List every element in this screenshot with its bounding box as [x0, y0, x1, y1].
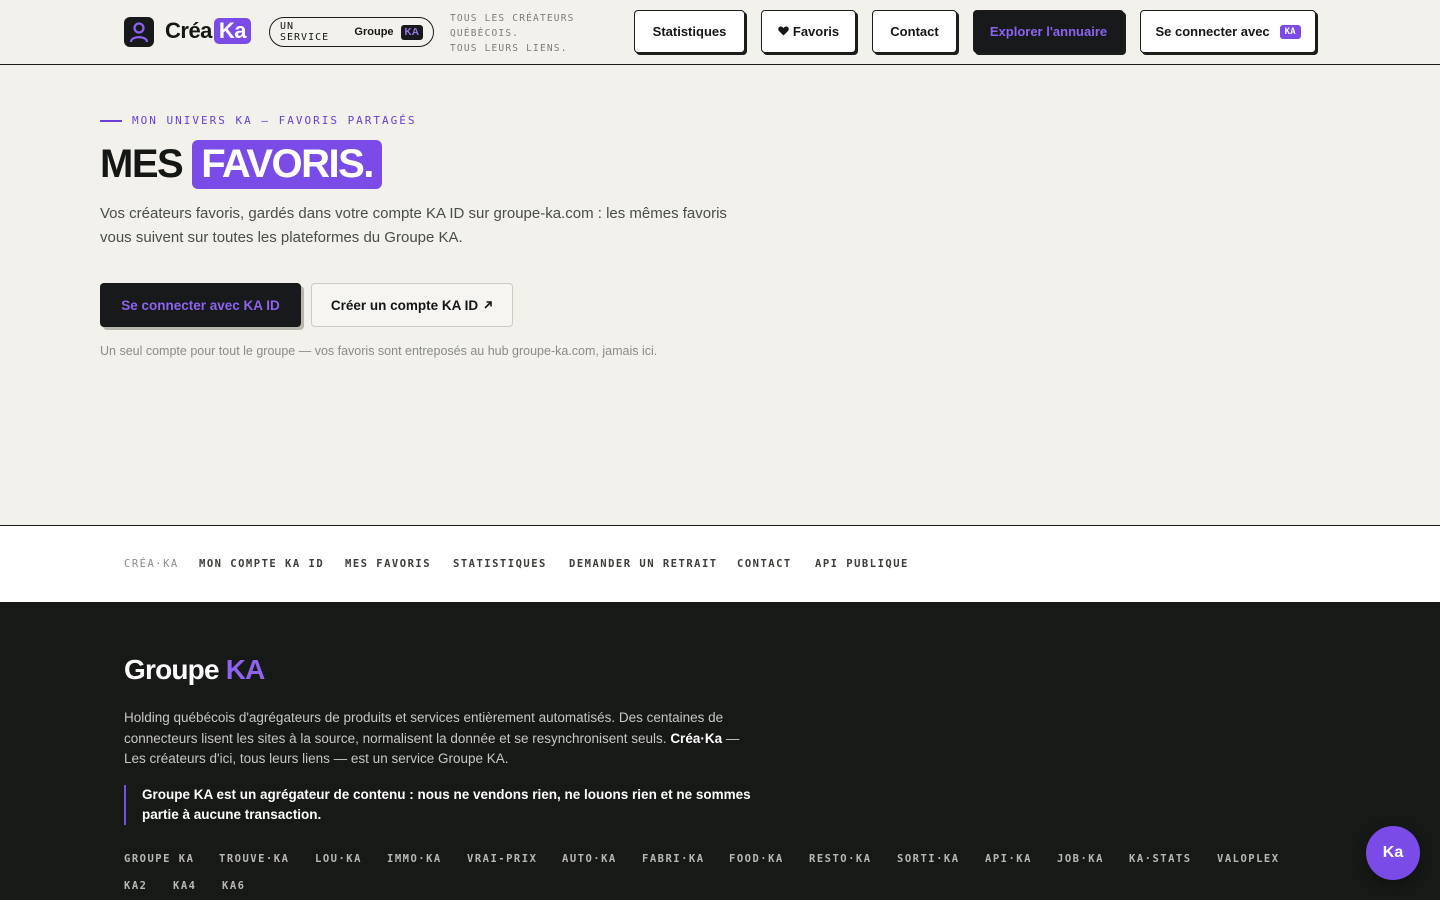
footer-group-link[interactable]: API·KA — [985, 853, 1032, 865]
eyebrow-text: MON UNIVERS KA — FAVORIS PARTAGÉS — [132, 114, 417, 127]
footer-link-account[interactable]: MON COMPTE KA ID — [199, 558, 324, 570]
footer-desc-bold[interactable]: Créa·Ka — [670, 731, 722, 746]
footer-link-removal[interactable]: DEMANDER UN RETRAIT — [569, 558, 718, 570]
title-highlight: FAVORIS. — [192, 140, 382, 189]
footer-group-link[interactable]: RESTO·KA — [809, 853, 872, 865]
nav-favoris-label: Favoris — [792, 24, 840, 39]
connect-ka-badge: KA — [1279, 24, 1301, 39]
logo-user-icon[interactable] — [124, 17, 154, 47]
hero-note: Un seul compte pour tout le groupe — vos… — [100, 344, 658, 358]
footer-link-stats[interactable]: STATISTIQUES — [453, 558, 547, 570]
tagline-line-2: QUÉBÉCOIS. — [450, 28, 520, 39]
footer-group-link[interactable]: LOU·KA — [315, 853, 362, 865]
nav-contact-button[interactable]: Contact — [872, 10, 957, 53]
nav-contact-label: Contact — [890, 24, 939, 39]
site-header: Créa Ka UN SERVICE Groupe KA TOUS LES CR… — [0, 0, 1440, 65]
hero-eyebrow: MON UNIVERS KA — FAVORIS PARTAGÉS — [100, 114, 417, 127]
footer-group-link[interactable]: GROUPE KA — [124, 853, 194, 865]
footer-group-link[interactable]: FOOD·KA — [729, 853, 784, 865]
footer-disclaimer: Groupe KA est un agrégateur de contenu :… — [124, 785, 764, 825]
footer-group-link[interactable]: AUTO·KA — [562, 853, 617, 865]
footer-desc-part1: Holding québécois d'agrégateurs de produ… — [124, 710, 724, 746]
nav-favoris-button[interactable]: Favoris — [761, 10, 856, 53]
logo-text: Créa — [165, 18, 212, 43]
footer-group-link[interactable]: JOB·KA — [1057, 853, 1104, 865]
site-logo[interactable]: Créa Ka — [165, 18, 252, 44]
explore-directory-button[interactable]: Explorer l'annuaire — [973, 10, 1124, 53]
create-ka-account-label: Créer un compte KA ID — [330, 297, 479, 313]
footer-link-contact[interactable]: CONTACT — [737, 558, 792, 570]
title-plain: MES — [100, 142, 184, 186]
heart-icon — [778, 24, 789, 39]
eyebrow-line — [100, 119, 122, 122]
connect-ka-button[interactable]: Se connecter avec KA — [1140, 10, 1316, 53]
hero-description: Vos créateurs favoris, gardés dans votre… — [100, 205, 727, 246]
create-ka-account-button[interactable]: Créer un compte KA ID — [311, 283, 513, 327]
footer-group-link[interactable]: FABRI·KA — [642, 853, 705, 865]
tagline-line-1: TOUS LES CRÉATEURS — [450, 13, 575, 24]
footer-brand: CRÉA·KA — [124, 558, 179, 570]
footer-title: Groupe KA — [124, 654, 265, 686]
service-ka-badge: KA — [400, 24, 423, 40]
chat-label: Ka — [1382, 844, 1404, 861]
external-arrow-icon — [483, 298, 493, 313]
footer-group-link[interactable]: KA2 — [124, 880, 147, 892]
nav-stats-label: Statistiques — [652, 24, 727, 39]
connect-ka-label: Se connecter avec — [1155, 24, 1270, 39]
service-badge[interactable]: UN SERVICE Groupe KA — [269, 17, 434, 47]
footer-nav: CRÉA·KA MON COMPTE KA ID MES FAVORIS STA… — [0, 525, 1440, 602]
login-ka-id-button[interactable]: Se connecter avec KA ID — [100, 283, 301, 327]
footer-group-link[interactable]: VALOPLEX — [1217, 853, 1280, 865]
footer-group-link[interactable]: KA6 — [222, 880, 245, 892]
footer-group-link[interactable]: TROUVE·KA — [219, 853, 289, 865]
footer-group-link[interactable]: KA4 — [173, 880, 196, 892]
tagline-line-3: TOUS LEURS LIENS. — [450, 43, 568, 54]
footer-group-link[interactable]: SORTI·KA — [897, 853, 960, 865]
service-groupe: Groupe — [354, 26, 394, 38]
footer-title-accent: KA — [225, 654, 266, 685]
chat-button[interactable]: Ka — [1366, 826, 1420, 880]
page-title: MES FAVORIS. — [100, 140, 382, 189]
footer-group-link[interactable]: KA·STATS — [1129, 853, 1192, 865]
footer-group-link[interactable]: IMMO·KA — [387, 853, 442, 865]
logo-ka-badge: Ka — [213, 18, 252, 44]
site-footer: Groupe KA Holding québécois d'agrégateur… — [0, 602, 1440, 900]
footer-group-link[interactable]: VRAI-PRIX — [467, 853, 537, 865]
footer-link-favoris[interactable]: MES FAVORIS — [345, 558, 431, 570]
service-label: UN SERVICE — [280, 21, 330, 43]
footer-description: Holding québécois d'agrégateurs de produ… — [124, 708, 764, 770]
explore-directory-label: Explorer l'annuaire — [989, 24, 1108, 39]
footer-title-plain: Groupe — [124, 654, 220, 685]
nav-stats-button[interactable]: Statistiques — [634, 10, 745, 53]
footer-link-api[interactable]: API PUBLIQUE — [815, 558, 909, 570]
header-tagline: TOUS LES CRÉATEURS QUÉBÉCOIS. TOUS LEURS… — [450, 11, 575, 56]
login-ka-id-label: Se connecter avec KA ID — [121, 297, 280, 313]
